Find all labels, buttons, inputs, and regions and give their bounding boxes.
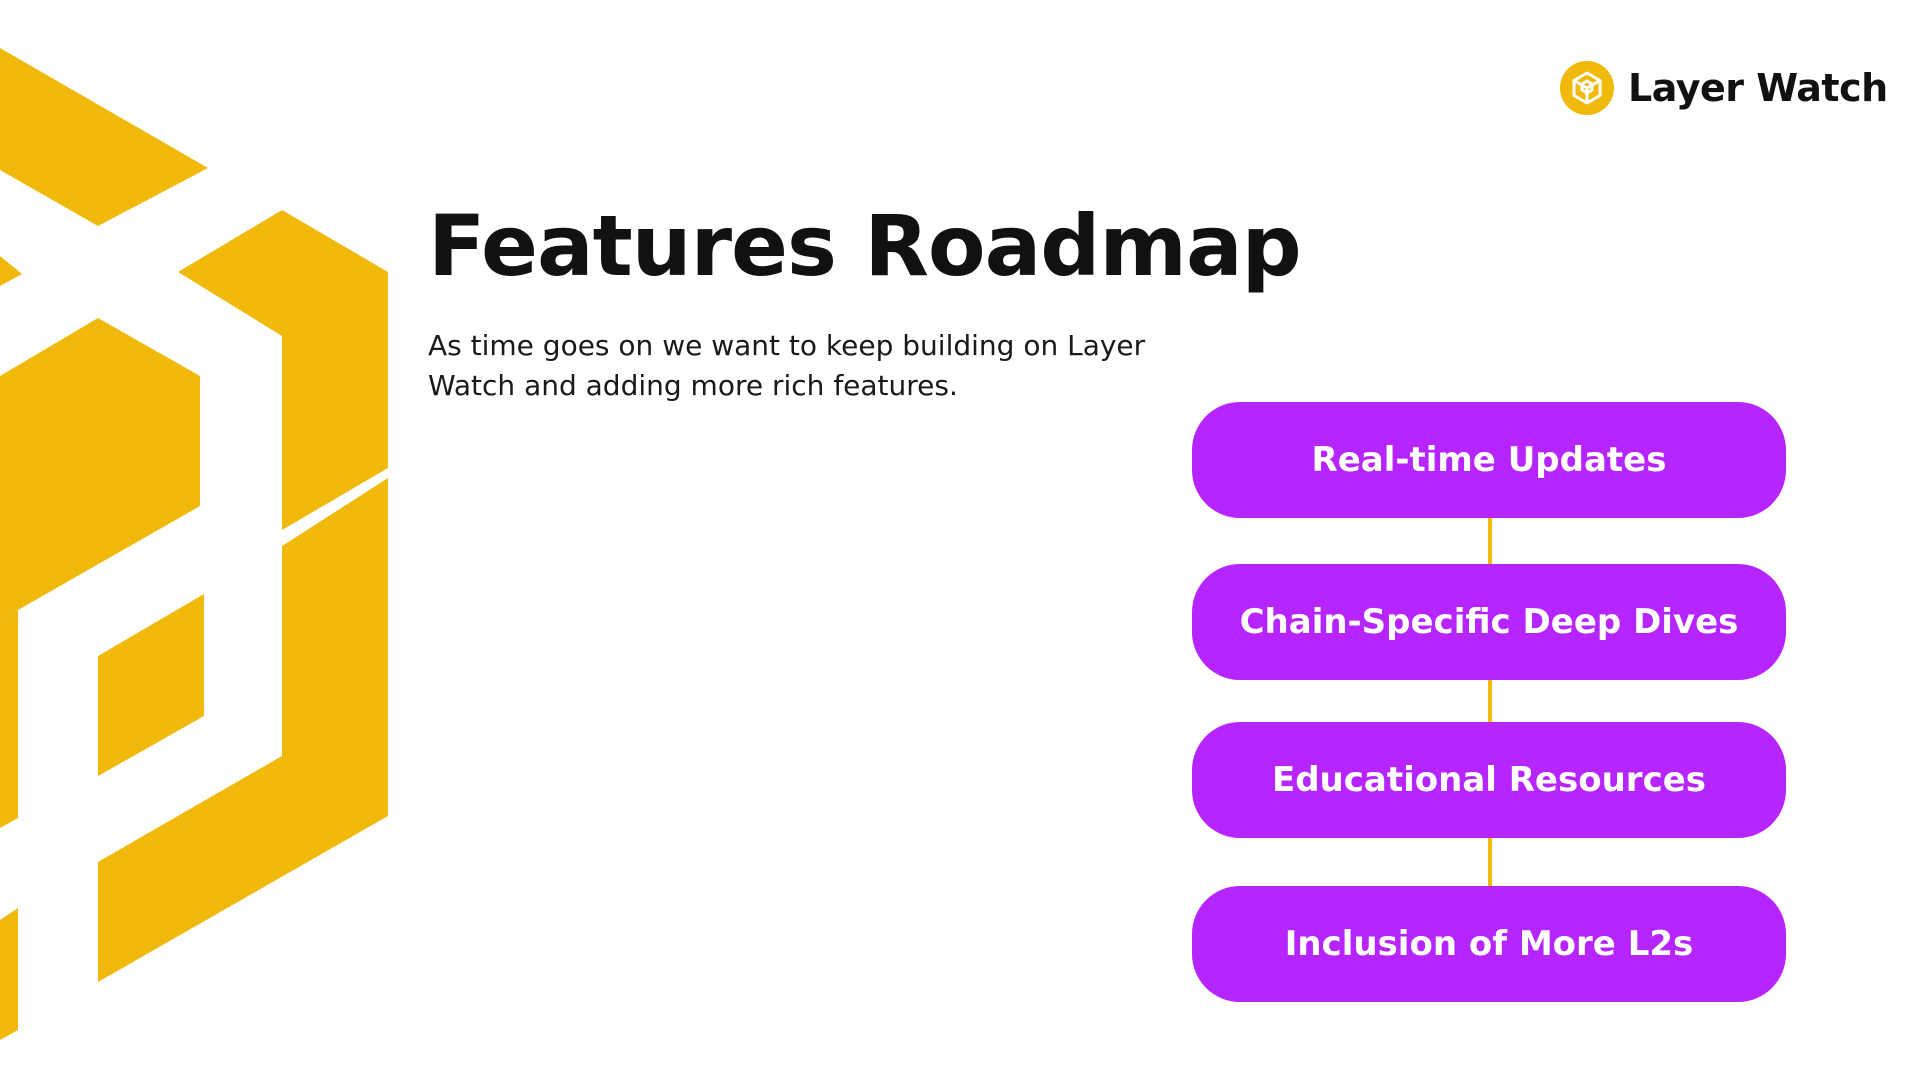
brand-name: Layer Watch bbox=[1628, 66, 1888, 110]
roadmap-item-educational-resources[interactable]: Educational Resources bbox=[1192, 722, 1786, 838]
brand-logo[interactable]: Layer Watch bbox=[1560, 60, 1888, 116]
roadmap-connector bbox=[1488, 838, 1492, 886]
roadmap-item-label: Inclusion of More L2s bbox=[1284, 924, 1694, 964]
roadmap-item-chain-specific-deep-dives[interactable]: Chain-Specific Deep Dives bbox=[1192, 564, 1786, 680]
roadmap-item-label: Chain-Specific Deep Dives bbox=[1239, 602, 1739, 642]
roadmap-item-label: Educational Resources bbox=[1271, 760, 1707, 800]
roadmap-item-label: Real-time Updates bbox=[1311, 440, 1667, 480]
roadmap-connector bbox=[1488, 680, 1492, 722]
page-subtitle: As time goes on we want to keep building… bbox=[428, 329, 1146, 402]
slide: Layer Watch Features Roadmap As time goe… bbox=[0, 0, 1920, 1080]
roadmap-item-real-time-updates[interactable]: Real-time Updates bbox=[1192, 402, 1786, 518]
page-title: Features Roadmap bbox=[428, 197, 1302, 295]
roadmap-item-inclusion-of-more-l2s[interactable]: Inclusion of More L2s bbox=[1192, 886, 1786, 1002]
roadmap-flow: Real-time Updates Chain-Specific Deep Di… bbox=[1192, 402, 1786, 1002]
roadmap-connector bbox=[1488, 518, 1492, 564]
cube-logo-icon bbox=[1560, 61, 1614, 115]
